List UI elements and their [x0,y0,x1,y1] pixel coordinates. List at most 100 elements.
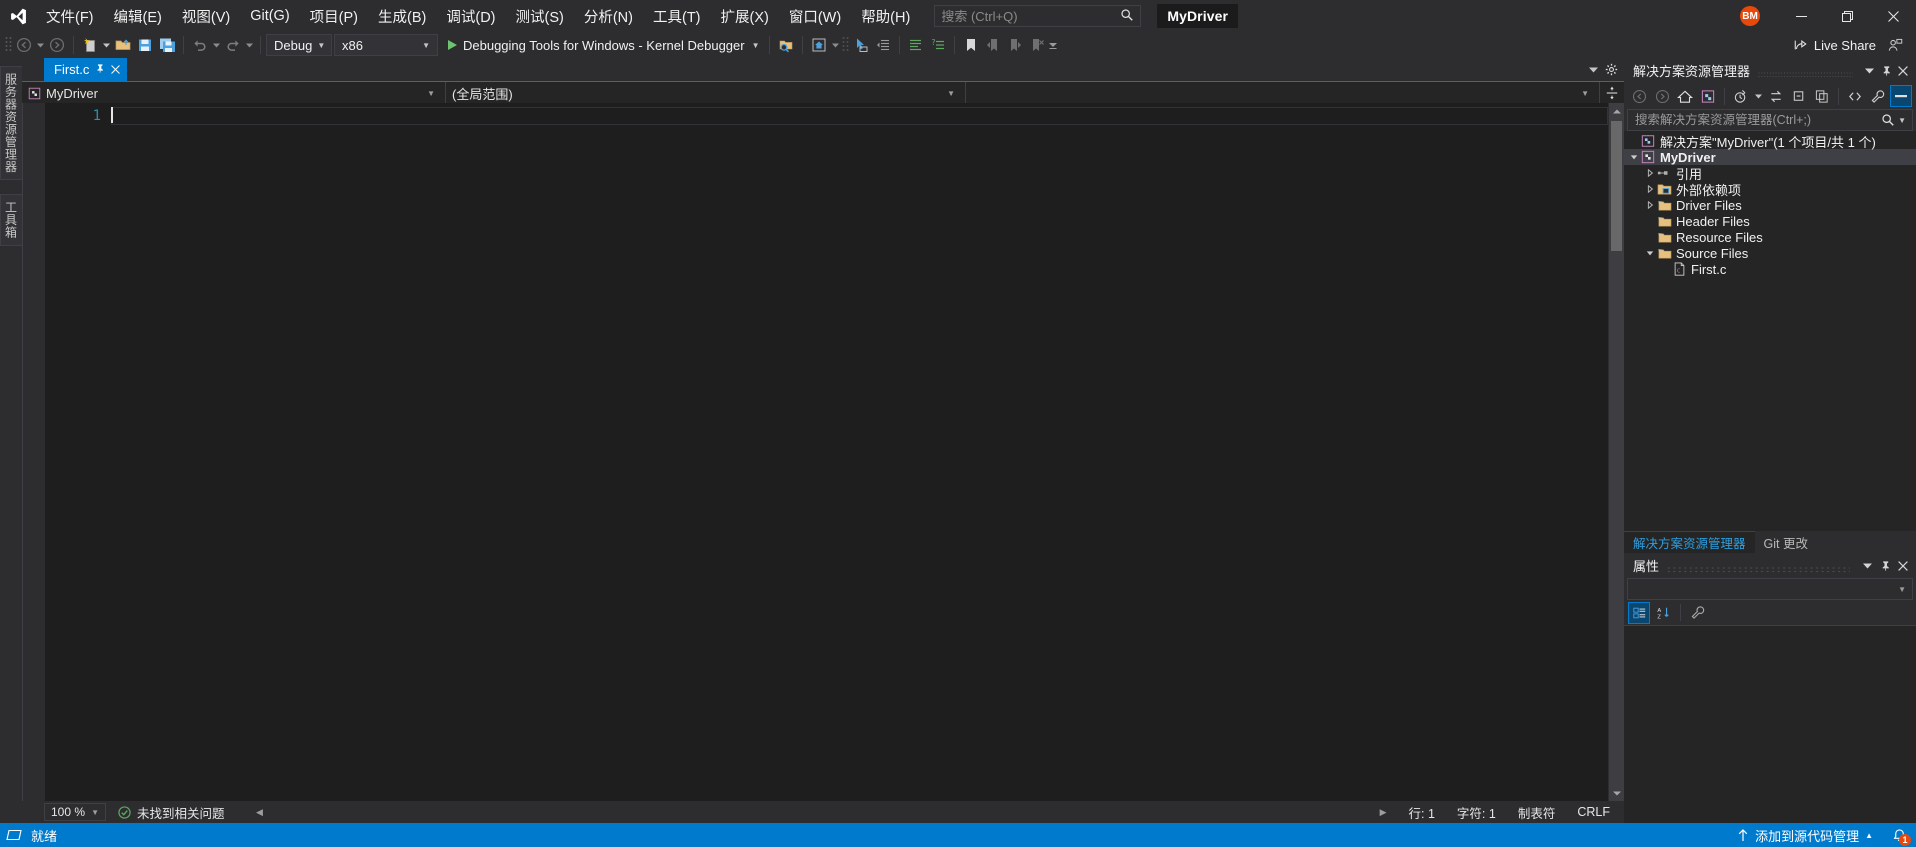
gear-icon[interactable] [1602,60,1620,80]
save-all-icon[interactable] [156,34,178,56]
solution-icon[interactable] [1697,85,1719,107]
tab-git-changes[interactable]: Git 更改 [1755,531,1817,553]
undo-icon[interactable] [189,34,211,56]
undo-dropdown-icon[interactable] [211,34,222,56]
zoom-level-combo[interactable]: 100 % ▼ [44,803,106,821]
bookmark-clear-icon[interactable] [1026,34,1048,56]
toolbar-grip[interactable] [4,36,13,54]
scroll-down-icon[interactable] [1609,785,1624,801]
nav-member-combo[interactable]: ▼ [966,82,1600,104]
solution-configuration-combo[interactable]: Debug ▼ [266,34,332,56]
menu-item-analyze[interactable]: 分析(N) [574,0,643,32]
menu-item-window[interactable]: 窗口(W) [779,0,851,32]
tree-item-project-mydriver[interactable]: MyDriver [1624,149,1916,165]
tree-twisty-collapsed-icon[interactable] [1644,201,1656,209]
solution-explorer-search-box[interactable]: ▼ [1627,109,1913,131]
home-icon[interactable] [808,34,830,56]
tree-item-source-files[interactable]: Source Files [1624,245,1916,261]
back-icon[interactable] [1628,85,1650,107]
global-search-input[interactable] [941,8,1121,24]
navigate-forward-icon[interactable] [46,34,68,56]
new-item-dropdown-icon[interactable] [101,34,112,56]
scroll-up-icon[interactable] [1609,103,1624,119]
close-button[interactable] [1870,0,1916,32]
close-icon[interactable] [111,62,121,77]
editor-vertical-scrollbar[interactable] [1608,103,1624,801]
toolbar-overflow-icon[interactable] [1048,34,1059,56]
sidebar-item-toolbox[interactable]: 工具箱 [0,194,23,246]
document-tab-first-c[interactable]: First.c [44,58,128,81]
copy-icon[interactable] [1811,85,1833,107]
open-file-icon[interactable] [112,34,134,56]
bookmark-prev-icon[interactable] [982,34,1004,56]
pointer-select-icon[interactable] [850,34,872,56]
panel-menu-chevron-down-icon[interactable] [1858,556,1876,576]
pending-changes-icon[interactable] [1730,85,1752,107]
uncomment-icon[interactable]: ? [927,34,949,56]
comment-icon[interactable] [905,34,927,56]
tree-twisty-collapsed-icon[interactable] [1644,185,1656,193]
show-all-files-icon[interactable] [1844,85,1866,107]
panel-pin-icon[interactable] [1878,61,1895,81]
navigate-back-icon[interactable] [13,34,35,56]
live-share-button[interactable]: Live Share [1785,34,1884,56]
save-icon[interactable] [134,34,156,56]
tree-twisty-expanded-icon[interactable] [1644,249,1656,257]
tree-twisty-collapsed-icon[interactable] [1644,169,1656,177]
solution-explorer-search-input[interactable] [1635,113,1882,127]
collapse-all-icon[interactable] [1788,85,1810,107]
redo-dropdown-icon[interactable] [244,34,255,56]
tree-item-header-files[interactable]: Header Files [1624,213,1916,229]
panel-close-icon[interactable] [1894,556,1912,576]
horizontal-scroll-left-icon[interactable]: ◀ [253,807,267,818]
tree-item-external-dependencies[interactable]: 外部依赖项 [1624,181,1916,198]
maximize-button[interactable] [1824,0,1870,32]
menu-item-view[interactable]: 视图(V) [172,0,240,32]
search-options-chevron-down-icon[interactable]: ▼ [1895,116,1909,125]
split-window-icon[interactable] [1600,82,1624,103]
panel-menu-chevron-down-icon[interactable] [1861,61,1878,81]
home-dropdown-icon[interactable] [830,34,841,56]
tree-twisty-expanded-icon[interactable] [1628,153,1640,161]
properties-icon[interactable] [1867,85,1889,107]
menu-item-build[interactable]: 生成(B) [368,0,436,32]
code-editor[interactable]: 1 [22,103,1624,801]
toolbar-grip[interactable] [841,36,850,54]
nav-scope-combo[interactable]: (全局范围) ▼ [446,82,966,104]
properties-object-combo[interactable]: ▼ [1627,578,1913,600]
outdent-icon[interactable] [872,34,894,56]
find-in-files-icon[interactable] [775,34,797,56]
solution-tree[interactable]: 解决方案"MyDriver"(1 个项目/共 1 个) MyDriver 引用 … [1624,131,1916,531]
sync-icon[interactable] [1765,85,1787,107]
menu-item-edit[interactable]: 编辑(E) [104,0,172,32]
global-search-box[interactable] [934,5,1142,27]
send-feedback-icon[interactable] [1884,34,1906,56]
categorized-icon[interactable] [1628,601,1650,624]
panel-close-icon[interactable] [1895,61,1912,81]
code-text-area[interactable] [111,103,1608,801]
tree-item-resource-files[interactable]: Resource Files [1624,229,1916,245]
tree-item-file-first-c[interactable]: C First.c [1624,261,1916,277]
pin-icon[interactable] [95,62,105,77]
add-to-source-control-button[interactable]: 添加到源代码管理 ▲ [1732,823,1878,847]
bookmark-icon[interactable] [960,34,982,56]
nav-project-combo[interactable]: MyDriver ▼ [22,82,446,104]
menu-item-debug[interactable]: 调试(D) [436,0,505,32]
menu-item-test[interactable]: 测试(S) [506,0,574,32]
tab-solution-explorer[interactable]: 解决方案资源管理器 [1624,531,1755,553]
menu-item-project[interactable]: 项目(P) [300,0,368,32]
property-pages-icon[interactable] [1687,602,1709,624]
home-icon[interactable] [1674,85,1696,107]
redo-icon[interactable] [222,34,244,56]
menu-item-git[interactable]: Git(G) [240,0,299,32]
forward-icon[interactable] [1651,85,1673,107]
menu-item-help[interactable]: 帮助(H) [851,0,920,32]
start-debugging-button[interactable]: Debugging Tools for Windows - Kernel Deb… [444,34,764,56]
notifications-button[interactable]: 1 [1888,823,1911,847]
preview-icon[interactable] [1890,85,1912,107]
properties-grid[interactable] [1624,626,1916,823]
horizontal-scroll-right-icon[interactable]: ▶ [1380,807,1387,818]
menu-item-file[interactable]: 文件(F) [36,0,104,32]
menu-item-extensions[interactable]: 扩展(X) [711,0,779,32]
new-item-icon[interactable] [79,34,101,56]
